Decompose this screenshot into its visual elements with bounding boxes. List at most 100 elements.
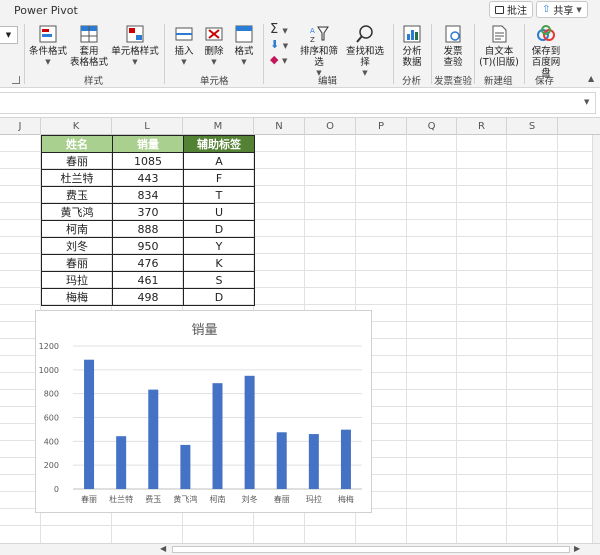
bar-2[interactable] bbox=[148, 389, 159, 489]
column-header-J[interactable]: J bbox=[0, 118, 41, 135]
insert-label: 插入 bbox=[174, 46, 194, 57]
cell-name[interactable]: 费玉 bbox=[41, 186, 113, 204]
column-header-S[interactable]: S bbox=[507, 118, 558, 135]
vertical-scrollbar[interactable] bbox=[592, 135, 600, 543]
fill-icon[interactable]: ⬇ ▼ bbox=[270, 38, 288, 51]
header-name[interactable]: 姓名 bbox=[41, 135, 113, 153]
cell-sales[interactable]: 370 bbox=[112, 203, 184, 221]
conditional-format-button[interactable]: 条件格式 ▼ bbox=[28, 24, 68, 68]
column-header-R[interactable]: R bbox=[457, 118, 507, 135]
scroll-right-icon[interactable]: ▶ bbox=[574, 544, 580, 553]
horizontal-scrollbar[interactable]: ◀ ▶ bbox=[0, 543, 600, 555]
column-header-P[interactable]: P bbox=[356, 118, 407, 135]
cell-name[interactable]: 玛拉 bbox=[41, 271, 113, 289]
column-header-K[interactable]: K bbox=[41, 118, 112, 135]
cell-sales[interactable]: 834 bbox=[112, 186, 184, 204]
cell-name[interactable]: 春丽 bbox=[41, 254, 113, 272]
cell-sales[interactable]: 950 bbox=[112, 237, 184, 255]
save-baidu-label-1: 保存到 bbox=[531, 46, 561, 57]
cell-name[interactable]: 梅梅 bbox=[41, 288, 113, 306]
bar-7[interactable] bbox=[308, 434, 319, 489]
cell-name[interactable]: 杜兰特 bbox=[41, 169, 113, 187]
bar-5[interactable] bbox=[244, 375, 255, 489]
table-format-label-1: 套用 bbox=[79, 46, 99, 57]
bar-1[interactable] bbox=[116, 436, 127, 489]
cell-name[interactable]: 柯南 bbox=[41, 220, 113, 238]
expand-formula-bar-icon[interactable]: ▼ bbox=[584, 98, 589, 106]
x-tick-label: 费玉 bbox=[145, 494, 161, 504]
x-tick-label: 玛拉 bbox=[306, 494, 322, 504]
table-row: 柯南 888 D bbox=[41, 220, 255, 238]
scroll-thumb[interactable] bbox=[172, 546, 570, 553]
grid-column-line bbox=[456, 135, 457, 543]
conditional-format-icon bbox=[39, 25, 57, 43]
analyze-label-2: 数据 bbox=[402, 57, 422, 68]
svg-text:Z: Z bbox=[310, 36, 315, 44]
cell-sales[interactable]: 476 bbox=[112, 254, 184, 272]
tab-power-pivot[interactable]: Power Pivot bbox=[14, 4, 78, 17]
column-header-N[interactable]: N bbox=[254, 118, 305, 135]
y-tick-label: 1200 bbox=[39, 342, 59, 351]
cell-helper-label[interactable]: A bbox=[183, 152, 255, 170]
table-format-icon bbox=[80, 25, 98, 43]
analyze-data-button[interactable]: 分析 数据 bbox=[397, 24, 427, 68]
sales-chart[interactable]: 销量 0 200 400 600 800 1000 1200 春丽 杜兰特 费玉 黄飞鸿 柯南 刘冬 春丽… bbox=[35, 310, 372, 513]
cell-helper-label[interactable]: D bbox=[183, 288, 255, 306]
cell-sales[interactable]: 1085 bbox=[112, 152, 184, 170]
cell-name[interactable]: 春丽 bbox=[41, 152, 113, 170]
group-label-new-group: 新建组 bbox=[484, 76, 513, 87]
formula-input[interactable] bbox=[0, 92, 596, 114]
column-header-Q[interactable]: Q bbox=[407, 118, 457, 135]
cell-helper-label[interactable]: K bbox=[183, 254, 255, 272]
autosum-icon[interactable]: Σ ▼ bbox=[270, 22, 288, 37]
from-text-legacy-button[interactable]: 自文本 (T)(旧版) bbox=[478, 24, 520, 68]
cell-helper-label[interactable]: D bbox=[183, 220, 255, 238]
cell-name[interactable]: 黄飞鸿 bbox=[41, 203, 113, 221]
table-format-label-2: 表格格式 bbox=[70, 57, 109, 68]
header-helper-label[interactable]: 辅助标签 bbox=[183, 135, 255, 153]
cell-helper-label[interactable]: F bbox=[183, 169, 255, 187]
bar-6[interactable] bbox=[276, 432, 287, 489]
format-button[interactable]: 格式 ▼ bbox=[230, 24, 258, 68]
column-header-M[interactable]: M bbox=[183, 118, 254, 135]
share-button[interactable]: ⇧ 共享 ▼ bbox=[536, 1, 588, 18]
insert-button[interactable]: 插入 ▼ bbox=[170, 24, 198, 68]
table-format-button[interactable]: 套用 表格格式 bbox=[70, 24, 108, 68]
sort-filter-button[interactable]: AZ 排序和筛选 ▼ bbox=[296, 24, 342, 79]
delete-label: 删除 bbox=[204, 46, 224, 57]
bar-4[interactable] bbox=[212, 383, 223, 489]
bar-0[interactable] bbox=[84, 359, 95, 489]
cell-style-button[interactable]: 单元格样式 ▼ bbox=[110, 24, 160, 68]
bar-3[interactable] bbox=[180, 444, 191, 489]
x-tick-label: 柯南 bbox=[210, 494, 226, 504]
cell-helper-label[interactable]: U bbox=[183, 203, 255, 221]
header-sales[interactable]: 销量 bbox=[112, 135, 184, 153]
insert-cells-icon bbox=[175, 27, 193, 41]
analyze-data-icon bbox=[403, 25, 421, 43]
column-header-L[interactable]: L bbox=[112, 118, 183, 135]
table-row: 梅梅 498 D bbox=[41, 288, 255, 306]
cell-sales[interactable]: 461 bbox=[112, 271, 184, 289]
cell-style-icon bbox=[126, 25, 144, 43]
comment-button[interactable]: 批注 bbox=[489, 1, 533, 18]
cell-name[interactable]: 刘冬 bbox=[41, 237, 113, 255]
column-header-O[interactable]: O bbox=[305, 118, 356, 135]
scroll-left-icon[interactable]: ◀ bbox=[160, 544, 166, 553]
table-row: 费玉 834 T bbox=[41, 186, 255, 204]
save-baidu-button[interactable]: 保存到 百度网盘 bbox=[528, 24, 564, 79]
ribbon-dropdown-stub[interactable]: ▼ bbox=[0, 26, 18, 44]
collapse-ribbon-icon[interactable]: ▲ bbox=[588, 74, 594, 83]
table-row: 黄飞鸿 370 U bbox=[41, 203, 255, 221]
cell-sales[interactable]: 888 bbox=[112, 220, 184, 238]
cell-helper-label[interactable]: Y bbox=[183, 237, 255, 255]
bar-8[interactable] bbox=[340, 429, 351, 489]
delete-button[interactable]: 删除 ▼ bbox=[200, 24, 228, 68]
invoice-check-button[interactable]: 发票 查验 bbox=[437, 24, 469, 68]
find-select-button[interactable]: 查找和选择 ▼ bbox=[342, 24, 388, 79]
cell-sales[interactable]: 443 bbox=[112, 169, 184, 187]
cell-helper-label[interactable]: S bbox=[183, 271, 255, 289]
cell-sales[interactable]: 498 bbox=[112, 288, 184, 306]
clear-eraser-icon[interactable]: ◆ ▼ bbox=[270, 53, 287, 66]
dialog-launcher-icon[interactable] bbox=[12, 76, 20, 84]
cell-helper-label[interactable]: T bbox=[183, 186, 255, 204]
